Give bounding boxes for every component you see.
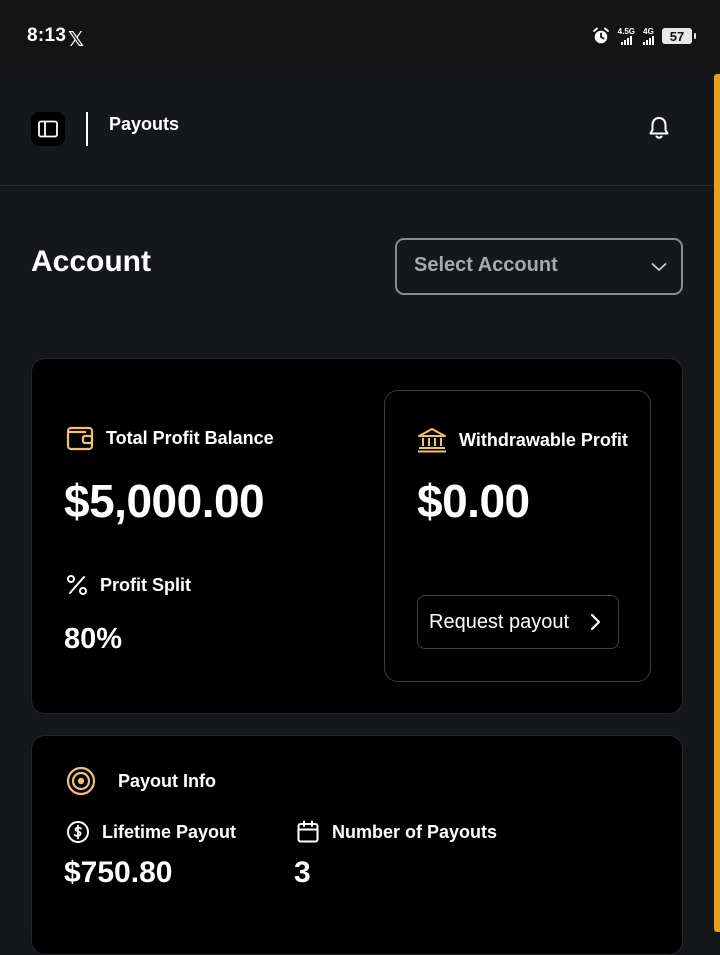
signal-icon-2: 4G [643, 26, 654, 45]
payout-info-card: Payout Info Lifetime Payout $750.80 Numb… [31, 735, 683, 955]
request-payout-button[interactable]: Request payout [417, 595, 619, 649]
alarm-icon [592, 27, 609, 44]
scrollbar[interactable] [714, 74, 720, 932]
total-profit-label-row: Total Profit Balance [66, 425, 274, 451]
number-of-payouts-label: Number of Payouts [332, 821, 498, 842]
top-bar: Payouts [0, 72, 714, 186]
payout-info-title: Payout Info [118, 770, 216, 791]
lifetime-payout-value: $750.80 [64, 856, 173, 889]
percent-icon [67, 575, 87, 595]
lifetime-payout-label-row: Lifetime Payout [66, 820, 236, 844]
header-divider [86, 112, 88, 146]
battery-level: 57 [669, 28, 685, 44]
calendar-icon [297, 820, 319, 843]
network-type-1: 4.5G [617, 26, 635, 36]
lifetime-payout-label: Lifetime Payout [102, 821, 237, 842]
payout-info-title-row: Payout Info [66, 766, 216, 796]
status-time: 8:13 [27, 25, 67, 46]
target-icon [66, 766, 96, 796]
bank-icon [418, 428, 446, 453]
withdrawable-value: $0.00 [417, 475, 530, 527]
status-bar: 8:13 𝕏 4.5G 4G 57 [0, 0, 720, 72]
total-profit-value: $5,000.00 [64, 475, 265, 527]
chevron-right-icon [590, 613, 601, 631]
number-of-payouts-value: 3 [294, 856, 311, 889]
page-title: Payouts [109, 114, 180, 134]
request-payout-label: Request payout [429, 610, 570, 633]
balance-card: Total Profit Balance $5,000.00 Profit Sp… [31, 358, 683, 714]
number-of-payouts-label-row: Number of Payouts [296, 820, 497, 844]
profit-split-label-row: Profit Split [66, 574, 191, 596]
withdrawable-card: Withdrawable Profit $0.00 Request payout [384, 390, 651, 682]
sidebar-panel-icon [38, 120, 58, 138]
chevron-down-icon [651, 263, 667, 271]
dollar-circle-icon [67, 821, 89, 843]
total-profit-label: Total Profit Balance [106, 427, 274, 448]
network-type-2: 4G [643, 26, 654, 36]
select-account-placeholder: Select Account [414, 254, 558, 276]
x-app-icon: 𝕏 [68, 29, 85, 51]
battery-icon: 57 [662, 28, 696, 44]
profit-split-label: Profit Split [100, 574, 191, 595]
wallet-icon [66, 426, 94, 451]
app-screen: Payouts Account Select Account Total Pro… [0, 72, 720, 955]
sidebar-toggle-button[interactable] [31, 112, 65, 146]
withdrawable-label-row: Withdrawable Profit [417, 427, 628, 453]
bell-icon[interactable] [645, 114, 673, 142]
withdrawable-label: Withdrawable Profit [459, 429, 628, 450]
signal-icon-1: 4.5G [617, 26, 635, 45]
account-heading: Account [31, 245, 151, 278]
profit-split-value: 80% [64, 623, 123, 655]
status-icons: 4.5G 4G 57 [592, 24, 696, 48]
select-account-dropdown[interactable]: Select Account [395, 238, 683, 295]
